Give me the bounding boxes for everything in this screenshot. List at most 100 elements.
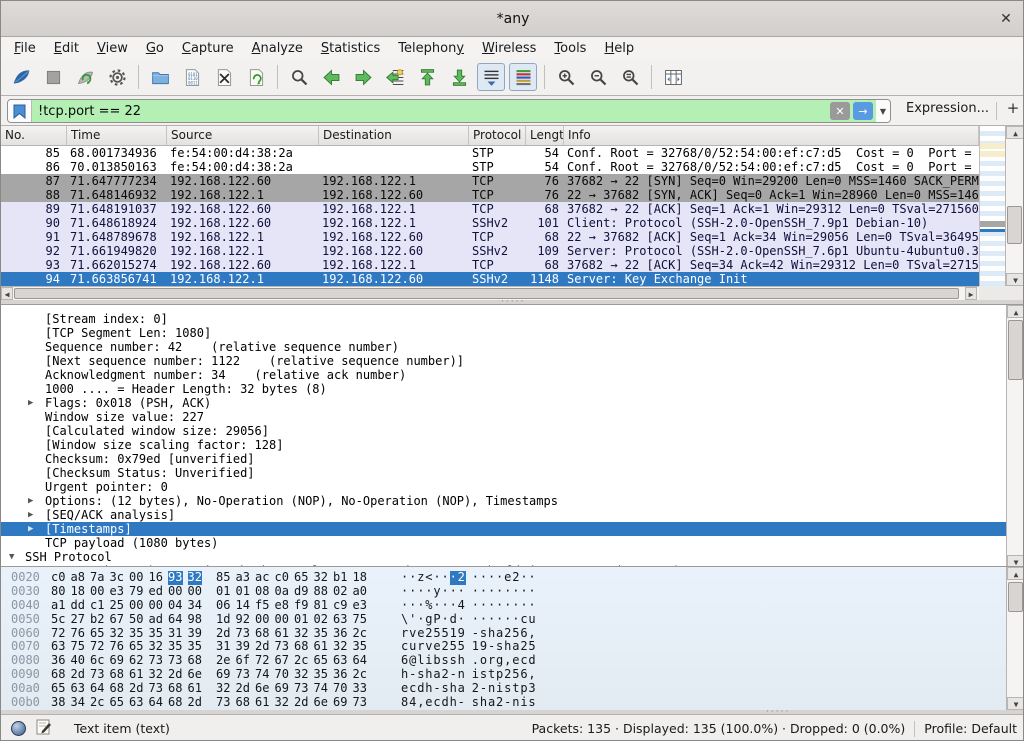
ascii-char[interactable]: , bbox=[528, 668, 536, 682]
zoom-original-button[interactable] bbox=[616, 63, 644, 91]
ascii-char[interactable]: · bbox=[512, 585, 520, 599]
ascii-char[interactable]: , bbox=[504, 654, 512, 668]
hex-byte[interactable]: 68 bbox=[255, 627, 270, 641]
detail-line[interactable]: ▶Flags: 0x018 (PSH, ACK) bbox=[1, 396, 1006, 410]
expander-open-icon[interactable]: ▼ bbox=[9, 550, 14, 564]
hex-byte[interactable]: 68 bbox=[294, 640, 309, 654]
reload-file-button[interactable] bbox=[242, 63, 270, 91]
hex-ascii[interactable]: ···%···4········ bbox=[401, 599, 537, 613]
hex-byte[interactable]: 73 bbox=[149, 682, 164, 696]
ascii-char[interactable]: · bbox=[504, 599, 512, 613]
hex-byte[interactable]: 32 bbox=[110, 627, 125, 641]
ascii-char[interactable]: s bbox=[450, 654, 458, 668]
ascii-char[interactable]: · bbox=[528, 585, 536, 599]
detail-line[interactable]: [Next sequence number: 1122 (relative se… bbox=[1, 354, 1006, 368]
column-header-time[interactable]: Time bbox=[67, 126, 167, 145]
ascii-char[interactable]: h bbox=[450, 696, 458, 710]
hex-byte[interactable]: 2d bbox=[216, 627, 231, 641]
menu-tools[interactable]: Tools bbox=[545, 39, 595, 58]
restart-capture-button[interactable] bbox=[71, 63, 99, 91]
hex-byte[interactable]: 32 bbox=[149, 640, 164, 654]
ascii-char[interactable]: s bbox=[417, 668, 425, 682]
zoom-out-button[interactable] bbox=[584, 63, 612, 91]
hex-byte[interactable]: 73 bbox=[168, 654, 183, 668]
hex-byte[interactable]: 64 bbox=[90, 682, 105, 696]
ascii-char[interactable]: · bbox=[450, 571, 458, 585]
ascii-char[interactable]: · bbox=[472, 599, 480, 613]
ascii-char[interactable]: · bbox=[458, 613, 466, 627]
ascii-char[interactable]: 2 bbox=[441, 640, 449, 654]
hex-byte[interactable]: 5c bbox=[51, 613, 66, 627]
packet-row-88[interactable]: 8871.648146932192.168.122.1192.168.122.6… bbox=[1, 188, 979, 202]
hex-row-0050[interactable]: 00505c27b26750ad64981d92000001026375\'·g… bbox=[1, 613, 1006, 627]
menu-view[interactable]: View bbox=[88, 39, 137, 58]
ascii-char[interactable]: h bbox=[450, 682, 458, 696]
hex-row-0040[interactable]: 0040a1ddc125000004340614f5e8f981c9e3···%… bbox=[1, 599, 1006, 613]
detail-line[interactable]: Window size value: 227 bbox=[1, 410, 1006, 424]
hex-byte[interactable]: 75 bbox=[353, 613, 368, 627]
ascii-char[interactable]: d bbox=[528, 654, 536, 668]
hex-byte[interactable]: 73 bbox=[275, 640, 290, 654]
ascii-char[interactable]: - bbox=[450, 668, 458, 682]
hex-byte[interactable]: c1 bbox=[90, 599, 105, 613]
hex-byte[interactable]: 01 bbox=[236, 585, 251, 599]
hex-byte[interactable]: 40 bbox=[71, 654, 86, 668]
hex-byte[interactable]: 75 bbox=[71, 640, 86, 654]
ascii-char[interactable]: a bbox=[488, 696, 496, 710]
ascii-char[interactable]: 5 bbox=[528, 640, 536, 654]
menu-analyze[interactable]: Analyze bbox=[243, 39, 312, 58]
ascii-char[interactable]: · bbox=[480, 585, 488, 599]
hex-byte[interactable]: 08 bbox=[255, 585, 270, 599]
hex-ascii[interactable]: 6@libssh.org,ecd bbox=[401, 654, 537, 668]
hex-byte[interactable]: 6e bbox=[314, 696, 329, 710]
ascii-char[interactable]: h bbox=[488, 627, 496, 641]
hex-byte[interactable]: 06 bbox=[216, 599, 231, 613]
capture-options-button[interactable] bbox=[103, 63, 131, 91]
ascii-char[interactable]: · bbox=[409, 585, 417, 599]
hex-byte[interactable]: 61 bbox=[188, 682, 203, 696]
filter-clear-icon[interactable]: ✕ bbox=[830, 102, 850, 120]
hex-byte[interactable]: 65 bbox=[314, 654, 329, 668]
ascii-char[interactable]: · bbox=[450, 599, 458, 613]
hex-byte[interactable]: 65 bbox=[90, 627, 105, 641]
ascii-char[interactable]: 4 bbox=[409, 696, 417, 710]
hex-byte[interactable]: 35 bbox=[314, 668, 329, 682]
ascii-char[interactable]: o bbox=[480, 654, 488, 668]
ascii-char[interactable]: · bbox=[409, 571, 417, 585]
scroll-right-icon[interactable]: ▶ bbox=[965, 287, 977, 300]
expander-closed-icon[interactable]: ▶ bbox=[28, 494, 33, 508]
ascii-char[interactable]: y bbox=[433, 585, 441, 599]
hex-byte[interactable]: 76 bbox=[110, 640, 125, 654]
ascii-char[interactable]: < bbox=[425, 571, 433, 585]
detail-line[interactable]: ▶[SEQ/ACK analysis] bbox=[1, 508, 1006, 522]
hex-byte[interactable]: 35 bbox=[353, 640, 368, 654]
hex-byte[interactable]: 01 bbox=[294, 613, 309, 627]
hex-byte[interactable]: 63 bbox=[71, 682, 86, 696]
hex-ascii[interactable]: curve25519-sha25 bbox=[401, 640, 537, 654]
hex-bytes[interactable]: 38342c656364682d736861322d6e6973 bbox=[51, 696, 372, 710]
hex-byte[interactable]: 73 bbox=[90, 668, 105, 682]
hex-byte[interactable]: 72 bbox=[51, 627, 66, 641]
ascii-char[interactable]: · bbox=[512, 613, 520, 627]
ascii-char[interactable]: - bbox=[458, 696, 466, 710]
packet-minimap[interactable] bbox=[979, 126, 1005, 286]
hex-byte[interactable]: 00 bbox=[188, 585, 203, 599]
hex-byte[interactable]: 2e bbox=[216, 654, 231, 668]
hex-byte[interactable]: 32 bbox=[188, 571, 203, 585]
ascii-char[interactable]: i bbox=[472, 668, 480, 682]
scrollbar-thumb[interactable] bbox=[1007, 206, 1022, 244]
hex-byte[interactable]: 00 bbox=[129, 571, 144, 585]
packet-row-86[interactable]: 8670.013850163fe:54:00:d4:38:2aSTP54Conf… bbox=[1, 160, 979, 174]
hex-byte[interactable]: 34 bbox=[71, 696, 86, 710]
capture-comment-icon[interactable] bbox=[36, 719, 52, 738]
ascii-char[interactable]: · bbox=[441, 599, 449, 613]
hex-byte[interactable]: 38 bbox=[51, 696, 66, 710]
ascii-char[interactable]: · bbox=[488, 585, 496, 599]
hex-byte[interactable]: 14 bbox=[236, 599, 251, 613]
hex-byte[interactable]: 61 bbox=[275, 627, 290, 641]
ascii-char[interactable]: h bbox=[480, 696, 488, 710]
ascii-char[interactable]: % bbox=[425, 599, 433, 613]
menu-go[interactable]: Go bbox=[137, 39, 173, 58]
ascii-char[interactable]: p bbox=[520, 682, 528, 696]
hex-byte[interactable]: 00 bbox=[168, 585, 183, 599]
